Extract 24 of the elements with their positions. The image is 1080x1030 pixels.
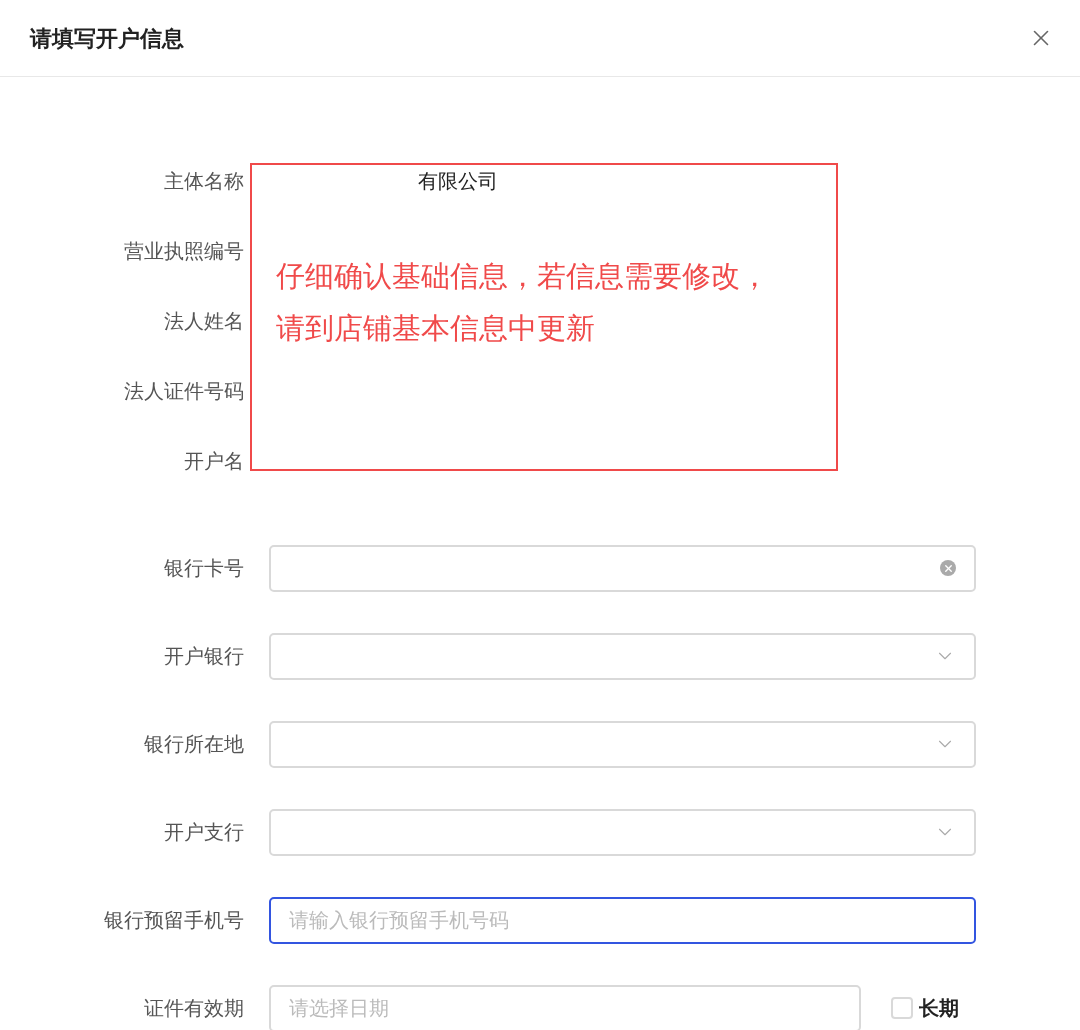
select-field[interactable] bbox=[269, 808, 976, 856]
field-label: 开户名 bbox=[184, 449, 244, 474]
field-label: 营业执照编号 bbox=[124, 239, 244, 264]
input-field[interactable] bbox=[269, 544, 976, 592]
field-value: 有限公司 bbox=[418, 169, 498, 194]
checkbox[interactable] bbox=[891, 997, 913, 1019]
field-label: 法人证件号码 bbox=[124, 379, 244, 404]
field-label: 法人姓名 bbox=[164, 309, 244, 334]
clear-icon[interactable] bbox=[940, 560, 956, 576]
field-label: 主体名称 bbox=[164, 169, 244, 194]
date-field[interactable]: 请选择日期 bbox=[269, 984, 861, 1030]
field-label: 证件有效期 bbox=[144, 996, 244, 1021]
input-field[interactable]: 请输入银行预留手机号码 bbox=[269, 896, 976, 944]
field-label: 银行预留手机号 bbox=[104, 908, 244, 933]
select-field[interactable] bbox=[269, 720, 976, 768]
field-label: 银行所在地 bbox=[144, 732, 244, 757]
checkbox-label: 长期 bbox=[919, 996, 959, 1021]
dialog-title: 请填写开户信息 bbox=[30, 24, 184, 53]
annotation-text: 请到店铺基本信息中更新 bbox=[276, 311, 596, 346]
field-label: 银行卡号 bbox=[164, 556, 244, 581]
field-label: 开户支行 bbox=[164, 820, 244, 845]
field-label: 开户银行 bbox=[164, 644, 244, 669]
select-field[interactable] bbox=[269, 632, 976, 680]
annotation-text: 仔细确认基础信息，若信息需要修改， bbox=[276, 259, 770, 294]
